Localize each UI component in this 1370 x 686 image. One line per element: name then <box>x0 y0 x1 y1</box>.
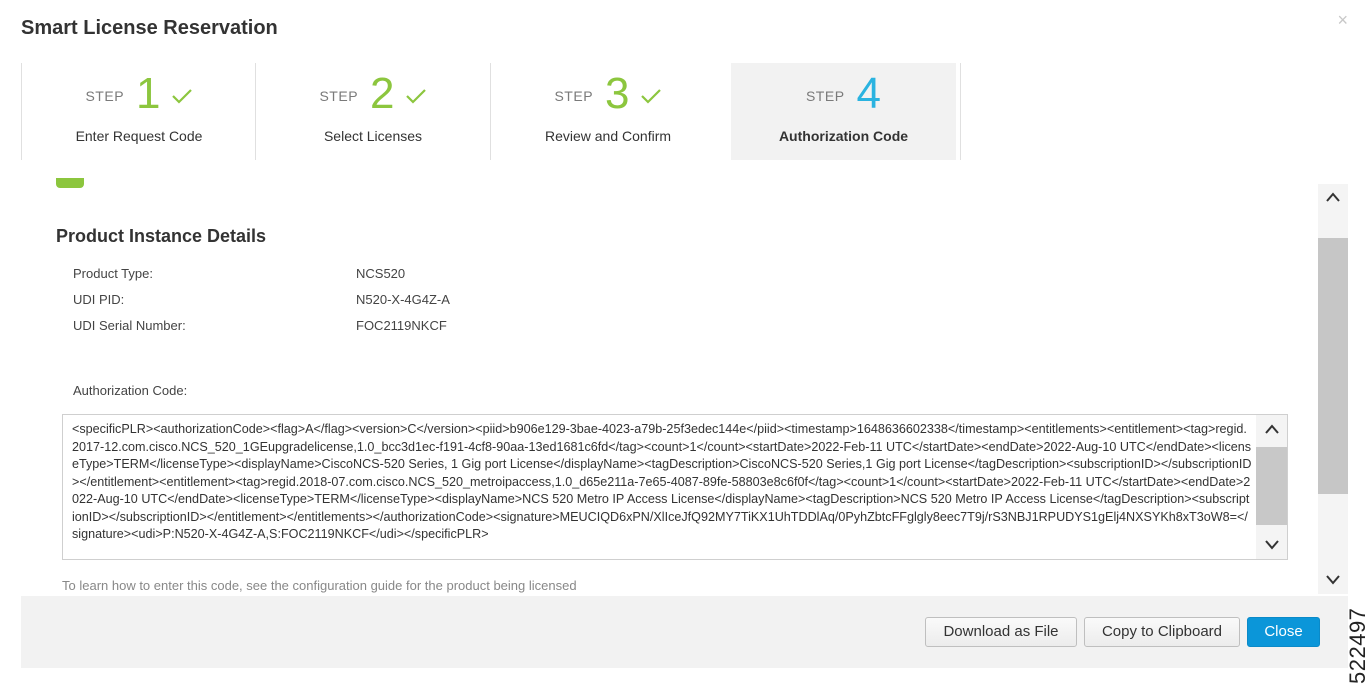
download-as-file-button[interactable]: Download as File <box>925 617 1077 647</box>
chevron-up-icon[interactable] <box>1325 191 1341 203</box>
dialog-footer: Download as File Copy to Clipboard Close <box>21 596 1348 668</box>
authorization-code-label: Authorization Code: <box>73 383 188 398</box>
chevron-down-icon[interactable] <box>1325 574 1341 586</box>
code-scrollbar[interactable] <box>1256 415 1287 559</box>
chevron-down-icon[interactable] <box>1264 539 1280 551</box>
step-number: 2 <box>370 69 395 118</box>
chevron-up-icon[interactable] <box>1264 423 1280 435</box>
step-word: STEP <box>85 88 125 104</box>
step-word: STEP <box>805 88 845 104</box>
check-icon <box>640 89 661 104</box>
dialog-title: Smart License Reservation <box>21 17 278 39</box>
step-number: 4 <box>856 69 882 118</box>
authorization-code-text[interactable]: <specificPLR><authorizationCode><flag>A<… <box>72 421 1252 553</box>
close-icon[interactable]: × <box>1337 10 1348 31</box>
udi-serial-value: FOC2119NKCF <box>356 318 447 333</box>
step-word: STEP <box>319 88 359 104</box>
step-wizard: STEP 1 Enter Request Code STEP 2 Select … <box>21 63 961 160</box>
step-label: Enter Request Code <box>75 128 203 144</box>
section-title: Product Instance Details <box>56 226 267 246</box>
udi-pid-label: UDI PID: <box>73 292 125 307</box>
step-2: STEP 2 Select Licenses <box>255 63 490 160</box>
figure-number: 522497 <box>1345 607 1370 684</box>
step-label: Authorization Code <box>778 128 909 144</box>
status-indicator <box>56 178 84 188</box>
authorization-code-textarea[interactable]: <specificPLR><authorizationCode><flag>A<… <box>62 414 1288 560</box>
udi-pid-value: N520-X-4G4Z-A <box>356 292 450 307</box>
step-number: 3 <box>605 69 630 118</box>
step-number: 1 <box>136 69 161 118</box>
check-icon <box>171 89 192 104</box>
help-text: To learn how to enter this code, see the… <box>62 578 577 593</box>
step-4: STEP 4 Authorization Code <box>731 63 956 160</box>
step-label: Review and Confirm <box>544 128 672 144</box>
close-button[interactable]: Close <box>1247 617 1320 647</box>
step-label: Select Licenses <box>323 128 423 144</box>
step-1: STEP 1 Enter Request Code <box>21 63 256 160</box>
step-word: STEP <box>554 88 594 104</box>
copy-to-clipboard-button[interactable]: Copy to Clipboard <box>1084 617 1240 647</box>
step-3: STEP 3 Review and Confirm <box>490 63 725 160</box>
divider <box>960 63 961 160</box>
product-type-label: Product Type: <box>73 266 153 281</box>
check-icon <box>405 89 426 104</box>
dialog-scrollbar[interactable] <box>1318 184 1348 594</box>
code-scrollbar-thumb[interactable] <box>1256 447 1287 525</box>
product-type-value: NCS520 <box>356 266 406 281</box>
dialog-scrollbar-thumb[interactable] <box>1318 238 1348 494</box>
udi-serial-label: UDI Serial Number: <box>73 318 186 333</box>
